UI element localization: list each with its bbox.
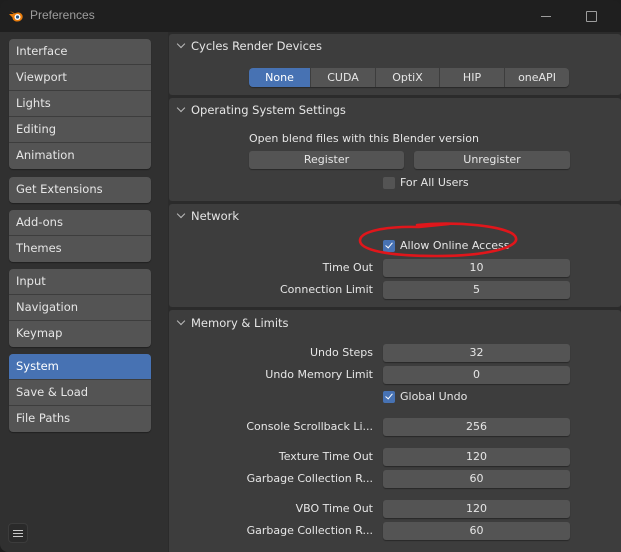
render-device-selector: None CUDA OptiX HIP oneAPI: [249, 68, 569, 87]
console-scrollback-label: Console Scrollback Li...: [246, 420, 373, 433]
hamburger-menu-icon[interactable]: [8, 523, 28, 543]
texture-gc-rate-label: Garbage Collection R...: [246, 472, 373, 485]
connection-limit-field[interactable]: 5: [383, 281, 570, 299]
panel-network: Network Allow Online Access Time Out 10 …: [169, 204, 621, 307]
panel-cycles-render-devices: Cycles Render Devices None CUDA OptiX HI…: [169, 34, 621, 95]
sidebar-item-lights[interactable]: Lights: [9, 91, 151, 117]
nav-group-input: Input Navigation Keymap: [9, 269, 151, 347]
undo-memory-limit-label: Undo Memory Limit: [265, 368, 373, 381]
undo-memory-limit-field[interactable]: 0: [383, 366, 570, 384]
sidebar-item-file-paths[interactable]: File Paths: [9, 406, 151, 432]
vbo-gc-rate-label: Garbage Collection R...: [246, 524, 373, 537]
device-cuda[interactable]: CUDA: [311, 68, 376, 87]
undo-steps-field[interactable]: 32: [383, 344, 570, 362]
sidebar-item-add-ons[interactable]: Add-ons: [9, 210, 151, 236]
sidebar-item-save-load[interactable]: Save & Load: [9, 380, 151, 406]
sidebar-item-themes[interactable]: Themes: [9, 236, 151, 262]
sidebar-item-keymap[interactable]: Keymap: [9, 321, 151, 347]
checkbox-label: Allow Online Access: [400, 239, 510, 252]
panel-header-cycles[interactable]: Cycles Render Devices: [169, 34, 322, 58]
connection-limit-label: Connection Limit: [279, 283, 373, 296]
sidebar-item-navigation[interactable]: Navigation: [9, 295, 151, 321]
maximize-icon[interactable]: [581, 6, 601, 26]
chevron-down-icon: [177, 105, 185, 113]
register-button[interactable]: Register: [249, 151, 404, 169]
nav-group-general: Interface Viewport Lights Editing Animat…: [9, 39, 151, 169]
panel-header-memory[interactable]: Memory & Limits: [169, 311, 289, 335]
window-title: Preferences: [30, 8, 95, 22]
device-none[interactable]: None: [249, 68, 311, 87]
device-hip[interactable]: HIP: [440, 68, 505, 87]
global-undo-checkbox[interactable]: Global Undo: [383, 390, 467, 403]
texture-timeout-field[interactable]: 120: [383, 448, 570, 466]
os-description: Open blend files with this Blender versi…: [249, 132, 479, 145]
vbo-timeout-field[interactable]: 120: [383, 500, 570, 518]
timeout-field[interactable]: 10: [383, 259, 570, 277]
panel-title: Cycles Render Devices: [191, 39, 322, 53]
checkbox-box: [383, 390, 395, 403]
allow-online-access-checkbox[interactable]: Allow Online Access: [383, 239, 510, 252]
vbo-gc-rate-field[interactable]: 60: [383, 522, 570, 540]
panel-title: Network: [191, 209, 240, 223]
panel-title: Memory & Limits: [191, 316, 289, 330]
device-oneapi[interactable]: oneAPI: [505, 68, 569, 87]
sidebar-item-editing[interactable]: Editing: [9, 117, 151, 143]
unregister-button[interactable]: Unregister: [414, 151, 570, 169]
panel-memory-limits: Memory & Limits Undo Steps 32 Undo Memor…: [169, 310, 621, 552]
panel-title: Operating System Settings: [191, 103, 346, 117]
blender-logo-icon: [9, 11, 23, 22]
chevron-down-icon: [177, 211, 185, 219]
panel-os-settings: Operating System Settings Open blend fil…: [169, 98, 621, 201]
undo-steps-label: Undo Steps: [309, 346, 373, 359]
chevron-down-icon: [177, 41, 185, 49]
checkbox-box: [383, 176, 395, 189]
nav-group-addons: Add-ons Themes: [9, 210, 151, 262]
panel-header-network[interactable]: Network: [169, 204, 239, 228]
timeout-label: Time Out: [322, 261, 373, 274]
checkbox-box: [383, 239, 395, 252]
title-bar: Preferences: [0, 0, 621, 32]
sidebar-item-viewport[interactable]: Viewport: [9, 65, 151, 91]
vbo-timeout-label: VBO Time Out: [295, 502, 373, 515]
sidebar-item-input[interactable]: Input: [9, 269, 151, 295]
sidebar-item-get-extensions[interactable]: Get Extensions: [9, 177, 151, 203]
minimize-icon[interactable]: [536, 6, 556, 26]
main-content: Cycles Render Devices None CUDA OptiX HI…: [168, 32, 621, 552]
chevron-down-icon: [177, 318, 185, 326]
sidebar-item-system[interactable]: System: [9, 354, 151, 380]
sidebar: Interface Viewport Lights Editing Animat…: [0, 32, 168, 552]
sidebar-item-interface[interactable]: Interface: [9, 39, 151, 65]
sidebar-item-animation[interactable]: Animation: [9, 143, 151, 169]
texture-gc-rate-field[interactable]: 60: [383, 470, 570, 488]
device-optix[interactable]: OptiX: [376, 68, 440, 87]
nav-group-extensions: Get Extensions: [9, 177, 151, 203]
checkbox-label: Global Undo: [400, 390, 468, 403]
console-scrollback-field[interactable]: 256: [383, 418, 570, 436]
nav-group-system: System Save & Load File Paths: [9, 354, 151, 432]
for-all-users-checkbox[interactable]: For All Users: [383, 176, 469, 189]
panel-header-os[interactable]: Operating System Settings: [169, 98, 346, 122]
texture-timeout-label: Texture Time Out: [278, 450, 373, 463]
checkbox-label: For All Users: [400, 176, 469, 189]
